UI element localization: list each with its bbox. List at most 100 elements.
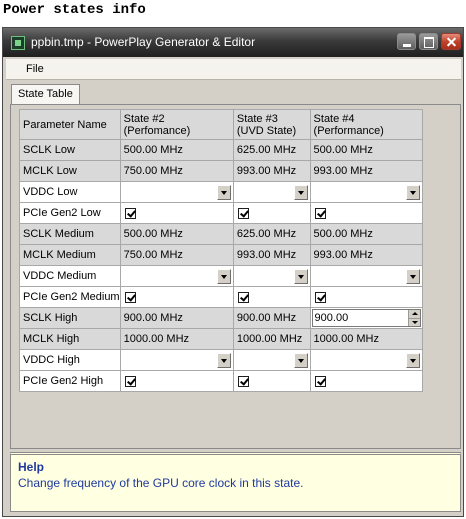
row-parameter-name: PCIe Gen2 High	[19, 370, 121, 392]
header-state-4-line2: (Performance)	[313, 124, 384, 137]
value-cell[interactable]: 750.00 MHz	[119, 244, 234, 266]
spin-up-icon[interactable]	[409, 310, 420, 319]
value-cell[interactable]: 900.00 MHz	[232, 307, 311, 329]
table-row: VDDC High	[19, 349, 424, 371]
value-cell[interactable]: 993.00 MHz	[309, 160, 424, 182]
row-parameter-name: SCLK Medium	[19, 223, 121, 245]
header-state-3-line2: (UVD State)	[236, 124, 297, 137]
vddc-dropdown[interactable]	[121, 182, 233, 202]
table-row: MCLK Low 750.00 MHz 993.00 MHz 993.00 MHz	[19, 160, 424, 182]
pcie-gen2-checkbox[interactable]	[314, 207, 326, 219]
vddc-dropdown[interactable]	[234, 266, 310, 286]
title-bar[interactable]: ppbin.tmp - PowerPlay Generator & Editor	[3, 28, 463, 57]
row-parameter-name: SCLK High	[19, 307, 121, 329]
value-cell[interactable]: 500.00 MHz	[309, 223, 424, 245]
value-cell[interactable]: 750.00 MHz	[119, 160, 234, 182]
value-cell[interactable]: 993.00 MHz	[232, 160, 311, 182]
value-cell[interactable]: 500.00 MHz	[309, 139, 424, 161]
header-state-3-line1: State #3	[236, 112, 278, 125]
vddc-dropdown[interactable]	[121, 266, 233, 286]
page-caption: Power states info	[3, 2, 146, 18]
chevron-down-icon[interactable]	[216, 352, 231, 368]
vddc-dropdown[interactable]	[311, 350, 422, 370]
pcie-gen2-checkbox[interactable]	[314, 291, 326, 303]
spin-buttons	[408, 310, 420, 326]
state-table: Parameter Name State #2 (Perfomance) Sta…	[19, 109, 424, 392]
value-combo-cell	[119, 181, 234, 203]
pcie-gen2-checkbox[interactable]	[124, 207, 136, 219]
pcie-gen2-checkbox[interactable]	[124, 375, 136, 387]
vddc-dropdown[interactable]	[311, 266, 422, 286]
value-cell[interactable]: 625.00 MHz	[232, 223, 311, 245]
chevron-down-icon[interactable]	[216, 184, 231, 200]
vddc-dropdown[interactable]	[311, 182, 422, 202]
vddc-dropdown[interactable]	[234, 182, 310, 202]
table-row: SCLK Low 500.00 MHz 625.00 MHz 500.00 MHz	[19, 139, 424, 161]
table-row: PCIe Gen2 High	[19, 370, 424, 392]
app-window: ppbin.tmp - PowerPlay Generator & Editor…	[2, 27, 464, 517]
value-cell[interactable]: 1000.00 MHz	[232, 328, 311, 350]
frequency-spin-input[interactable]: 900.00	[311, 309, 421, 327]
close-button[interactable]	[441, 33, 461, 50]
value-cell[interactable]: 1000.00 MHz	[119, 328, 234, 350]
value-combo-cell	[232, 349, 311, 371]
value-cell[interactable]: 993.00 MHz	[309, 244, 424, 266]
header-state-2-line1: State #2	[123, 112, 165, 125]
row-parameter-name: MCLK Medium	[19, 244, 121, 266]
value-cell[interactable]: 993.00 MHz	[232, 244, 311, 266]
row-parameter-name: MCLK High	[19, 328, 121, 350]
row-parameter-name: MCLK Low	[19, 160, 121, 182]
chevron-down-icon[interactable]	[406, 352, 420, 368]
table-row: SCLK High 900.00 MHz 900.00 MHz 900.00	[19, 307, 424, 329]
vddc-dropdown[interactable]	[121, 350, 233, 370]
table-row: PCIe Gen2 Low	[19, 202, 424, 224]
table-row: MCLK High 1000.00 MHz 1000.00 MHz 1000.00 M…	[19, 328, 424, 350]
value-cell[interactable]: 900.00 MHz	[119, 307, 234, 329]
table-row: PCIe Gen2 Medium	[19, 286, 424, 308]
pcie-gen2-checkbox[interactable]	[124, 291, 136, 303]
value-check-cell	[119, 370, 234, 392]
table-row: VDDC Medium	[19, 265, 424, 287]
header-state-3: State #3 (UVD State)	[232, 109, 311, 140]
chevron-down-icon[interactable]	[406, 184, 420, 200]
row-parameter-name: VDDC Medium	[19, 265, 121, 287]
header-state-2: State #2 (Perfomance)	[119, 109, 234, 140]
value-check-cell	[119, 202, 234, 224]
value-cell[interactable]: 500.00 MHz	[119, 139, 234, 161]
value-cell[interactable]: 1000.00 MHz	[309, 328, 424, 350]
pcie-gen2-checkbox[interactable]	[237, 375, 249, 387]
pcie-gen2-checkbox[interactable]	[314, 375, 326, 387]
menu-bar: File	[6, 59, 461, 80]
maximize-button[interactable]	[419, 33, 438, 50]
header-state-4-line1: State #4	[313, 112, 355, 125]
chevron-down-icon[interactable]	[293, 268, 308, 284]
spin-input-value: 900.00	[314, 312, 349, 324]
value-combo-cell	[309, 265, 424, 287]
app-icon	[11, 36, 25, 50]
chevron-down-icon[interactable]	[216, 268, 231, 284]
pcie-gen2-checkbox[interactable]	[237, 207, 249, 219]
value-spin-cell: 900.00	[309, 307, 424, 329]
tab-state-table[interactable]: State Table	[11, 84, 80, 104]
chevron-down-icon[interactable]	[293, 352, 308, 368]
spin-down-icon[interactable]	[409, 319, 420, 327]
table-header-row: Parameter Name State #2 (Perfomance) Sta…	[19, 109, 424, 140]
row-parameter-name: PCIe Gen2 Medium	[19, 286, 121, 308]
state-table-panel: Parameter Name State #2 (Perfomance) Sta…	[10, 104, 461, 449]
help-panel: Help Change frequency of the GPU core cl…	[10, 452, 461, 512]
table-row: SCLK Medium 500.00 MHz 625.00 MHz 500.00 MH…	[19, 223, 424, 245]
value-check-cell	[119, 286, 234, 308]
value-check-cell	[309, 202, 424, 224]
minimize-button[interactable]	[397, 33, 416, 50]
menu-file[interactable]: File	[26, 63, 44, 75]
vddc-dropdown[interactable]	[234, 350, 310, 370]
pcie-gen2-checkbox[interactable]	[237, 291, 249, 303]
value-cell[interactable]: 500.00 MHz	[119, 223, 234, 245]
value-combo-cell	[309, 181, 424, 203]
chevron-down-icon[interactable]	[293, 184, 308, 200]
chevron-down-icon[interactable]	[406, 268, 420, 284]
help-text: Change frequency of the GPU core clock i…	[18, 476, 304, 490]
table-row: MCLK Medium 750.00 MHz 993.00 MHz 993.00 MH…	[19, 244, 424, 266]
value-cell[interactable]: 625.00 MHz	[232, 139, 311, 161]
window-title: ppbin.tmp - PowerPlay Generator & Editor	[31, 35, 256, 49]
